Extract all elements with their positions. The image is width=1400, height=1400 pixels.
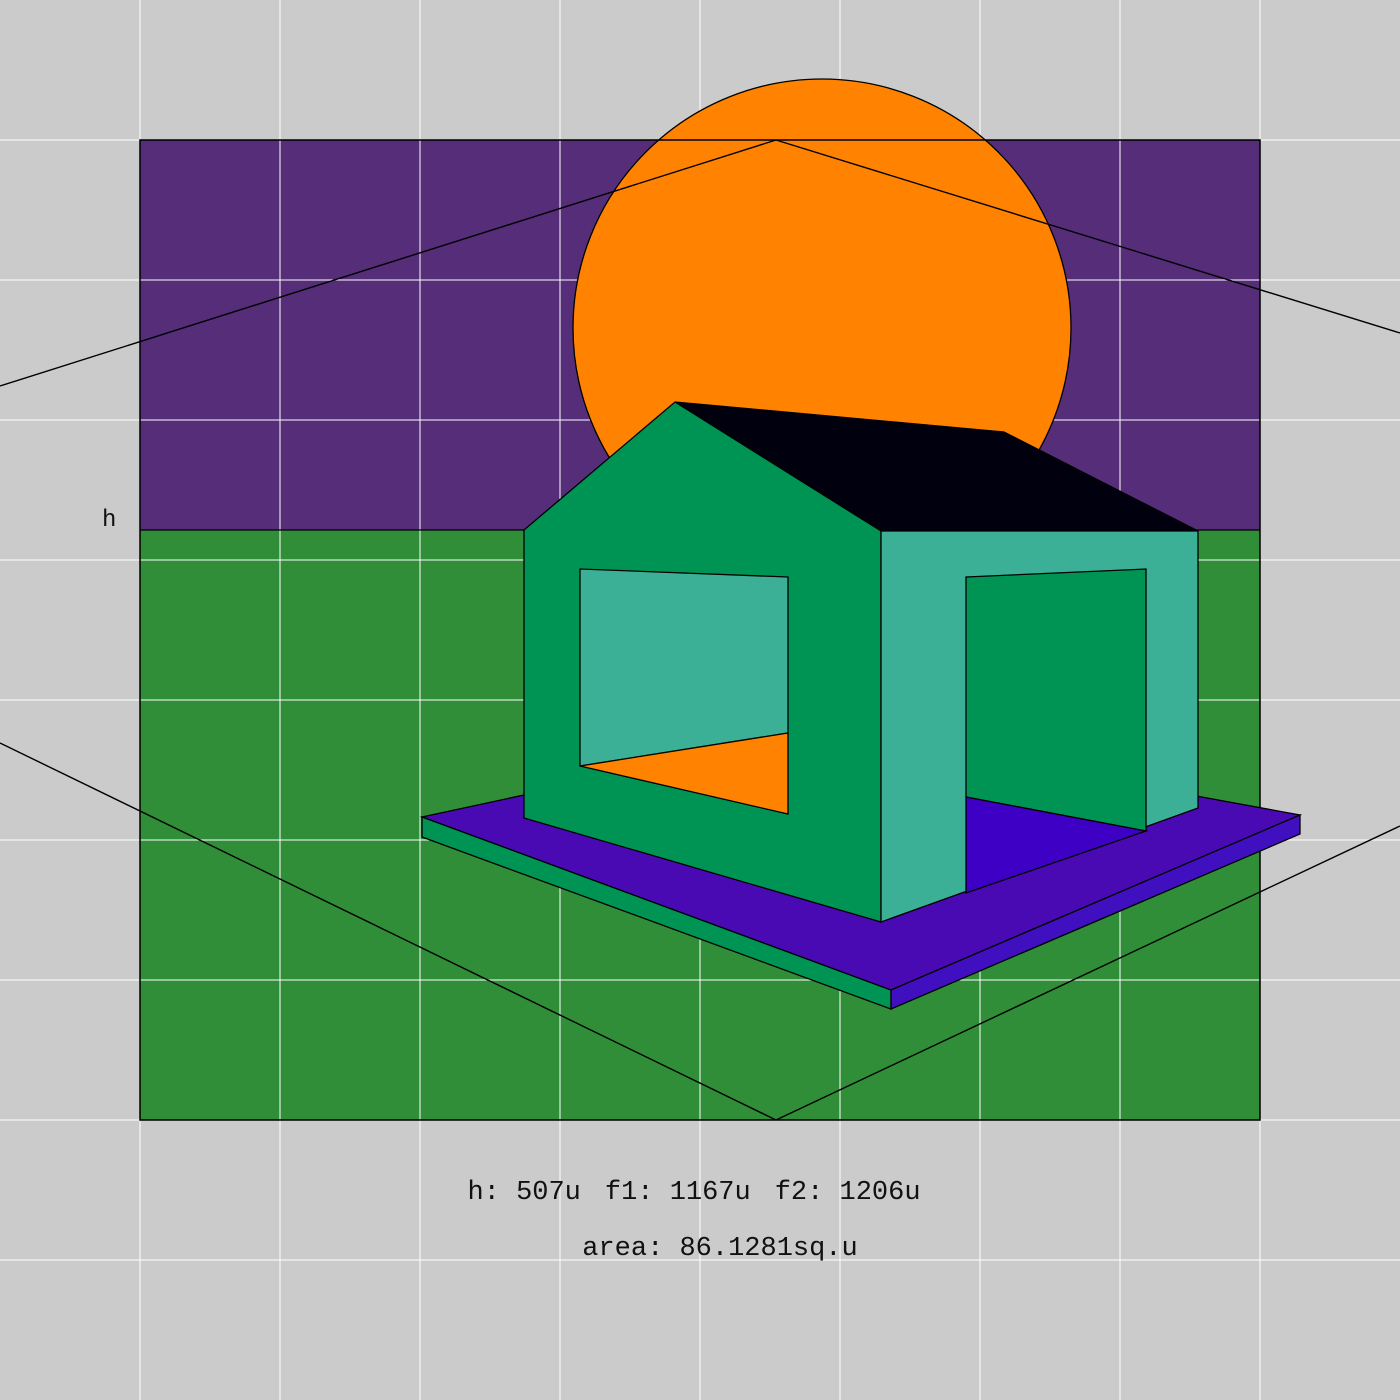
f2-label: f2:	[774, 1178, 824, 1208]
area-label: area:	[582, 1234, 664, 1264]
door-interior	[965, 568, 1147, 832]
window-back-wall	[579, 568, 789, 767]
perspective-diagram: h h: 507u f1: 1167u f2: 1206u area: 86.128…	[0, 0, 1400, 1400]
f2-value: 1206u	[839, 1178, 921, 1208]
area-value: 86.1281sq.u	[679, 1234, 858, 1264]
f1-value: 1167u	[669, 1178, 751, 1208]
horizon-label: h	[102, 507, 117, 534]
f1-readout: f1: 1167u	[605, 1178, 751, 1208]
h-readout: h: 507u	[467, 1178, 580, 1208]
h-value: 507u	[516, 1178, 581, 1208]
f2-readout: f2: 1206u	[775, 1178, 921, 1208]
house-icon	[523, 401, 1199, 923]
measurement-readout: h: 507u f1: 1167u f2: 1206u	[0, 1178, 1400, 1208]
h-label: h:	[467, 1178, 500, 1208]
area-readout: area: 86.1281sq.u	[0, 1234, 1400, 1264]
f1-label: f1:	[604, 1178, 654, 1208]
